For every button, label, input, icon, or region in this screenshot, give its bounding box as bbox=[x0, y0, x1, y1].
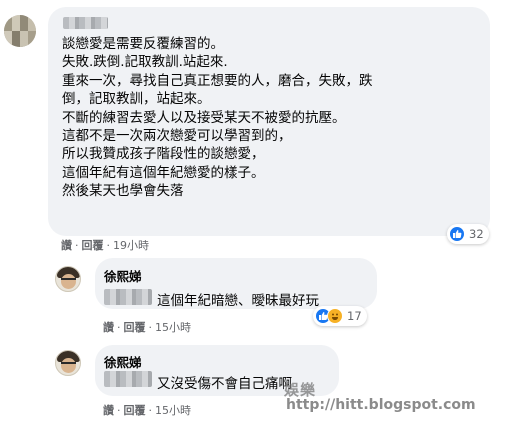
like-icon bbox=[449, 226, 465, 242]
reaction-count: 32 bbox=[469, 227, 484, 241]
reply-actions: 讚 · 回覆 · 15小時 bbox=[103, 402, 191, 418]
commenter-avatar[interactable] bbox=[4, 15, 36, 47]
reaction-count: 17 bbox=[347, 309, 362, 323]
comment-line: 倒，記取教訓，站起來。 bbox=[62, 91, 211, 108]
reply-text: 這個年紀暗戀、曖昧最好玩 bbox=[157, 293, 319, 309]
reaction-summary[interactable]: 32 bbox=[447, 224, 489, 244]
separator: · bbox=[117, 404, 121, 417]
comment-line: 然後某天也學會失落 bbox=[62, 183, 184, 200]
comment-line: 這個年紀有這個年紀戀愛的樣子。 bbox=[62, 164, 265, 181]
reply-link[interactable]: 回覆 bbox=[124, 321, 146, 334]
separator: · bbox=[106, 239, 111, 252]
watermark: 娛樂 http://hitt.blogspot.com bbox=[284, 375, 506, 420]
reply-link[interactable]: 回覆 bbox=[82, 239, 104, 252]
redacted-author-name[interactable] bbox=[63, 17, 108, 29]
reaction-summary[interactable]: 17 bbox=[313, 306, 367, 326]
separator: · bbox=[148, 321, 153, 334]
watermark-url: http://hitt.blogspot.com bbox=[286, 397, 476, 413]
haha-icon bbox=[327, 308, 343, 324]
comment-line: 這都不是一次兩次戀愛可以學習到的， bbox=[62, 128, 292, 145]
separator: · bbox=[117, 321, 121, 334]
redacted-mention[interactable] bbox=[104, 371, 152, 387]
like-link[interactable]: 讚 bbox=[103, 321, 114, 334]
reply-text: 又沒受傷不會自己痛啊 bbox=[157, 376, 292, 392]
comment-line: 不斷的練習去愛人以及接受某天不被愛的抗壓。 bbox=[62, 109, 346, 126]
comment-line: 談戀愛是需要反覆練習的。 bbox=[62, 36, 224, 52]
like-link[interactable]: 讚 bbox=[103, 404, 114, 417]
comment-line: 所以我贊成孩子階段性的談戀愛， bbox=[62, 146, 265, 163]
comment-text: 談戀愛是需要反覆練習的。 失敗.跌倒.記取教訓.站起來. 重來一次，尋找自己真正… bbox=[62, 35, 482, 201]
reply-author-avatar[interactable] bbox=[55, 266, 81, 292]
like-link[interactable]: 讚 bbox=[61, 239, 72, 252]
redacted-mention[interactable] bbox=[104, 289, 152, 305]
reply-author-name[interactable]: 徐熙娣 bbox=[104, 352, 142, 371]
reply-actions: 讚 · 回覆 · 15小時 bbox=[103, 319, 191, 335]
separator: · bbox=[75, 239, 79, 252]
reply-author-avatar[interactable] bbox=[55, 350, 81, 376]
timestamp[interactable]: 15小時 bbox=[155, 404, 191, 417]
comment-line: 重來一次，尋找自己真正想要的人，磨合，失敗，跌 bbox=[62, 72, 373, 89]
timestamp[interactable]: 15小時 bbox=[155, 321, 191, 334]
timestamp[interactable]: 19小時 bbox=[113, 239, 149, 252]
reply-link[interactable]: 回覆 bbox=[124, 404, 146, 417]
comment-line: 失敗.跌倒.記取教訓.站起來. bbox=[62, 54, 228, 71]
comment-actions: 讚 · 回覆 · 19小時 bbox=[61, 237, 149, 253]
separator: · bbox=[148, 404, 153, 417]
reply-author-name[interactable]: 徐熙娣 bbox=[104, 266, 142, 285]
